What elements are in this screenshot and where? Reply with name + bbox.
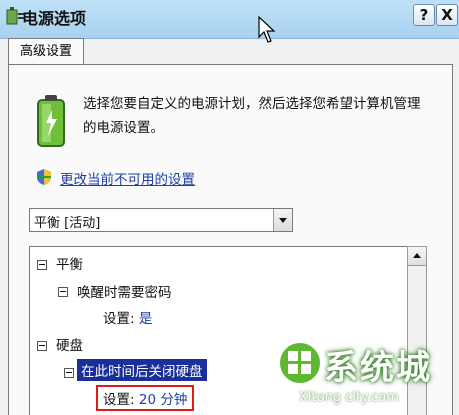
help-button[interactable]: ? [413, 4, 435, 26]
tree-node-disk-setting[interactable]: 设置: 20 分钟 [96, 385, 195, 411]
scroll-up-icon[interactable] [408, 247, 426, 266]
tree-node-password-setting[interactable]: 设置: 是 [103, 307, 152, 327]
tree-scrollbar[interactable] [407, 246, 427, 415]
watermark-text: 系统城 [324, 348, 432, 388]
collapse-hard-disk-icon[interactable] [37, 341, 47, 351]
collapse-password-icon[interactable] [58, 287, 68, 297]
watermark-logo [278, 341, 322, 385]
disk-setting-label: 设置: [103, 392, 135, 408]
tree-node-turn-off-disk[interactable]: 在此时间后关闭硬盘 [77, 359, 207, 381]
tree-node-password-on-wake[interactable]: 唤醒时需要密码 [77, 281, 172, 301]
disk-setting-value[interactable]: 20 分钟 [139, 392, 187, 408]
tab-advanced-settings[interactable]: 高级设置 [8, 38, 84, 65]
collapse-turn-off-disk-icon[interactable] [64, 368, 74, 378]
tree-node-balanced[interactable]: 平衡 [56, 253, 83, 273]
change-settings-link[interactable]: 更改当前不可用的设置 [60, 168, 195, 188]
watermark-subtext: Xitong city.com [299, 390, 399, 405]
tree-node-hard-disk[interactable]: 硬盘 [56, 334, 83, 354]
mouse-cursor-icon [258, 16, 276, 43]
collapse-balanced-icon[interactable] [37, 260, 47, 270]
password-setting-value[interactable]: 是 [139, 311, 153, 327]
window-title: 电源选项 [22, 9, 87, 28]
shield-icon [37, 169, 51, 185]
title-bar: 电源选项 ? X [0, 0, 459, 39]
password-setting-label: 设置: [103, 311, 135, 327]
battery-icon [37, 95, 65, 147]
plan-select[interactable]: 平衡 [活动] [29, 208, 293, 232]
description-text: 选择您要自定义的电源计划，然后选择您希望计算机管理的电源设置。 [83, 96, 421, 136]
chevron-down-icon[interactable] [273, 209, 292, 231]
close-button[interactable]: X [436, 4, 458, 26]
plan-select-value: 平衡 [活动] [34, 216, 101, 231]
